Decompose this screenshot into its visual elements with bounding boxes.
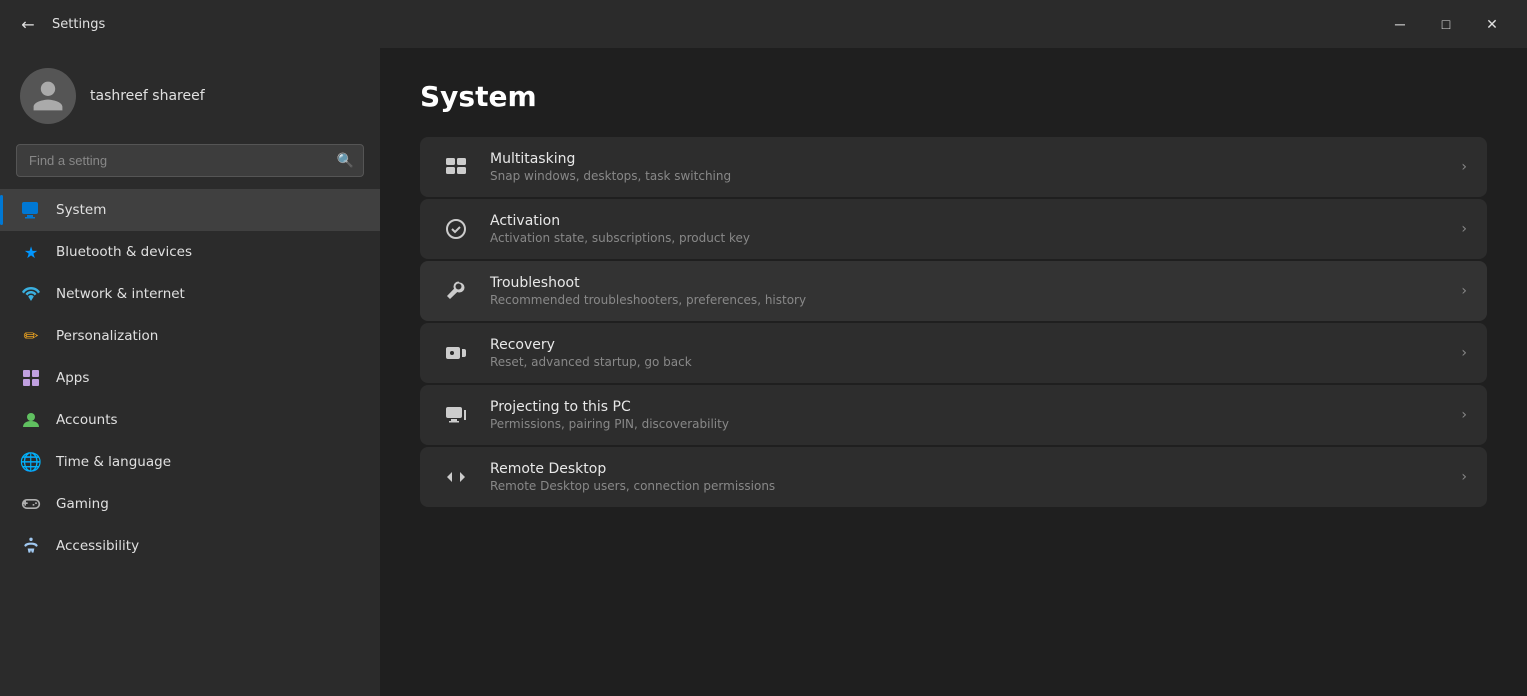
sidebar-item-label-bluetooth: Bluetooth & devices — [56, 244, 192, 260]
sidebar-item-time[interactable]: 🌐 Time & language — [0, 441, 380, 483]
settings-item-title-troubleshoot: Troubleshoot — [490, 275, 1443, 291]
maximize-button[interactable]: □ — [1423, 8, 1469, 40]
gaming-icon — [20, 493, 42, 515]
settings-item-activation[interactable]: Activation Activation state, subscriptio… — [420, 199, 1487, 259]
sidebar-item-label-accounts: Accounts — [56, 412, 118, 428]
recovery-icon — [440, 337, 472, 369]
personalization-icon: ✏ — [20, 325, 42, 347]
settings-item-title-activation: Activation — [490, 213, 1443, 229]
nav-items: System ★ Bluetooth & devices Network & i… — [0, 185, 380, 696]
remote-desktop-icon — [440, 461, 472, 493]
accessibility-icon — [20, 535, 42, 557]
sidebar-item-personalization[interactable]: ✏ Personalization — [0, 315, 380, 357]
settings-item-desc-troubleshoot: Recommended troubleshooters, preferences… — [490, 293, 1443, 307]
chevron-right-icon: › — [1461, 345, 1467, 361]
chevron-right-icon: › — [1461, 283, 1467, 299]
avatar-icon — [30, 78, 66, 114]
settings-item-projecting[interactable]: Projecting to this PC Permissions, pairi… — [420, 385, 1487, 445]
settings-item-title-remote-desktop: Remote Desktop — [490, 461, 1443, 477]
settings-item-desc-recovery: Reset, advanced startup, go back — [490, 355, 1443, 369]
search-input[interactable] — [16, 144, 364, 177]
settings-item-desc-activation: Activation state, subscriptions, product… — [490, 231, 1443, 245]
sidebar-item-label-personalization: Personalization — [56, 328, 158, 344]
minimize-button[interactable]: ─ — [1377, 8, 1423, 40]
sidebar-item-accessibility[interactable]: Accessibility — [0, 525, 380, 567]
chevron-right-icon: › — [1461, 221, 1467, 237]
settings-item-text-activation: Activation Activation state, subscriptio… — [490, 213, 1443, 245]
settings-item-recovery[interactable]: Recovery Reset, advanced startup, go bac… — [420, 323, 1487, 383]
search-box[interactable]: 🔍 — [16, 144, 364, 177]
sidebar-item-bluetooth[interactable]: ★ Bluetooth & devices — [0, 231, 380, 273]
settings-item-text-recovery: Recovery Reset, advanced startup, go bac… — [490, 337, 1443, 369]
settings-item-desc-remote-desktop: Remote Desktop users, connection permiss… — [490, 479, 1443, 493]
settings-item-title-projecting: Projecting to this PC — [490, 399, 1443, 415]
sidebar-item-accounts[interactable]: Accounts — [0, 399, 380, 441]
system-icon — [20, 199, 42, 221]
titlebar-title: Settings — [52, 17, 105, 32]
sidebar-item-label-system: System — [56, 202, 106, 218]
bluetooth-icon: ★ — [20, 241, 42, 263]
sidebar-item-label-accessibility: Accessibility — [56, 538, 139, 554]
sidebar: tashreef shareef 🔍 System ★ Bluetooth & — [0, 48, 380, 696]
window-controls: ─ □ ✕ — [1377, 8, 1515, 40]
back-button[interactable]: ← — [12, 8, 44, 40]
projecting-icon — [440, 399, 472, 431]
chevron-right-icon: › — [1461, 469, 1467, 485]
apps-icon — [20, 367, 42, 389]
sidebar-item-gaming[interactable]: Gaming — [0, 483, 380, 525]
settings-item-text-multitasking: Multitasking Snap windows, desktops, tas… — [490, 151, 1443, 183]
settings-item-remote-desktop[interactable]: Remote Desktop Remote Desktop users, con… — [420, 447, 1487, 507]
username: tashreef shareef — [90, 88, 205, 104]
network-icon — [20, 283, 42, 305]
avatar — [20, 68, 76, 124]
settings-item-title-multitasking: Multitasking — [490, 151, 1443, 167]
sidebar-item-label-time: Time & language — [56, 454, 171, 470]
settings-item-desc-multitasking: Snap windows, desktops, task switching — [490, 169, 1443, 183]
settings-item-text-remote-desktop: Remote Desktop Remote Desktop users, con… — [490, 461, 1443, 493]
user-profile[interactable]: tashreef shareef — [0, 48, 380, 140]
settings-item-troubleshoot[interactable]: Troubleshoot Recommended troubleshooters… — [420, 261, 1487, 321]
sidebar-item-system[interactable]: System — [0, 189, 380, 231]
settings-item-multitasking[interactable]: Multitasking Snap windows, desktops, tas… — [420, 137, 1487, 197]
close-button[interactable]: ✕ — [1469, 8, 1515, 40]
settings-item-text-projecting: Projecting to this PC Permissions, pairi… — [490, 399, 1443, 431]
page-title: System — [420, 80, 1487, 113]
chevron-right-icon: › — [1461, 159, 1467, 175]
chevron-right-icon: › — [1461, 407, 1467, 423]
main-panel: System Multitasking Snap windows, deskto… — [380, 48, 1527, 696]
activation-icon — [440, 213, 472, 245]
settings-item-title-recovery: Recovery — [490, 337, 1443, 353]
titlebar: ← Settings ─ □ ✕ — [0, 0, 1527, 48]
sidebar-item-label-gaming: Gaming — [56, 496, 109, 512]
settings-item-text-troubleshoot: Troubleshoot Recommended troubleshooters… — [490, 275, 1443, 307]
accounts-icon — [20, 409, 42, 431]
search-icon: 🔍 — [337, 153, 354, 169]
sidebar-item-network[interactable]: Network & internet — [0, 273, 380, 315]
multitasking-icon — [440, 151, 472, 183]
troubleshoot-icon — [440, 275, 472, 307]
sidebar-item-apps[interactable]: Apps — [0, 357, 380, 399]
settings-list: Multitasking Snap windows, desktops, tas… — [420, 137, 1487, 507]
app-body: tashreef shareef 🔍 System ★ Bluetooth & — [0, 48, 1527, 696]
sidebar-item-label-apps: Apps — [56, 370, 89, 386]
time-icon: 🌐 — [20, 451, 42, 473]
sidebar-item-label-network: Network & internet — [56, 286, 185, 302]
settings-item-desc-projecting: Permissions, pairing PIN, discoverabilit… — [490, 417, 1443, 431]
